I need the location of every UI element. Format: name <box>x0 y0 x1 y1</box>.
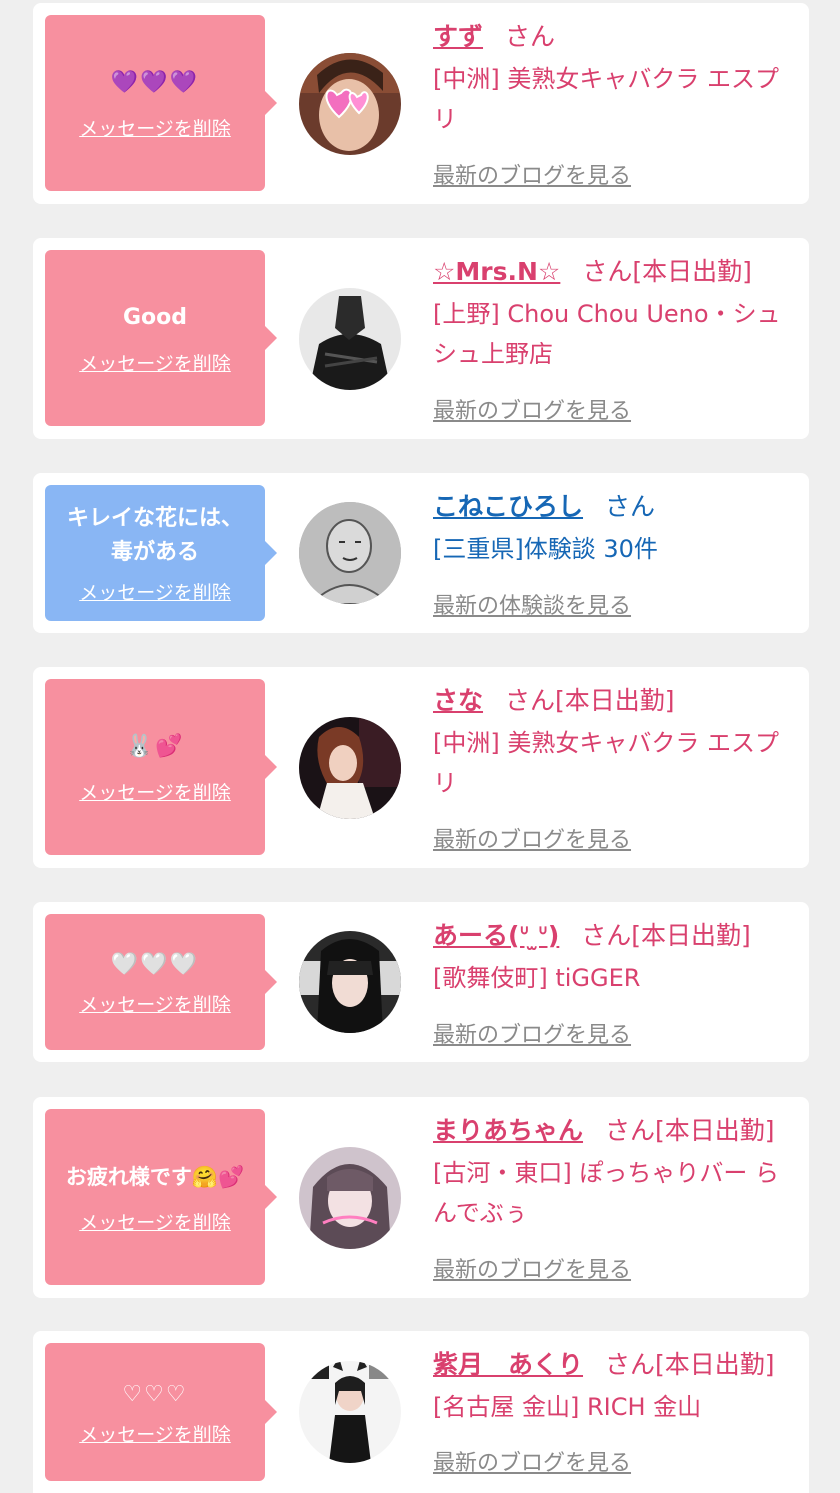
sender-status: さん <box>605 492 656 521</box>
delete-message-link[interactable]: メッセージを削除 <box>79 1208 231 1235</box>
sender-name-link[interactable]: まりあちゃん <box>433 1116 583 1145</box>
sender-info: 紫月 あくり さん[本日出勤] [名古屋 金山] RICH 金山 <box>433 1345 791 1427</box>
shop-name: [古河・東口] ぽっちゃりバー らんでぶぅ <box>433 1159 779 1227</box>
shop-name: [三重県]体験談 30件 <box>433 535 658 563</box>
latest-blog-link[interactable]: 最新のブログを見る <box>433 822 631 854</box>
message-bubble: お疲れ様です🤗💕 メッセージを削除 <box>45 1109 277 1285</box>
message-text: 💜💜💜 <box>110 69 200 95</box>
latest-blog-link[interactable]: 最新のブログを見る <box>433 1445 631 1477</box>
sender-info: まりあちゃん さん[本日出勤] [古河・東口] ぽっちゃりバー らんでぶぅ <box>433 1111 791 1233</box>
sender-name-link[interactable]: さな <box>433 686 483 715</box>
message-card: ♡♡♡ メッセージを削除 紫月 あくり さん[本日出勤] [名古屋 金山] RIC… <box>33 1331 809 1493</box>
sender-status: さん[本日出勤] <box>582 257 752 286</box>
message-text: 🤍🤍🤍 <box>110 951 200 977</box>
message-card: Good メッセージを削除 ☆Mrs.N☆ さん[本日出勤] [上野] Chou … <box>33 238 809 439</box>
latest-blog-link[interactable]: 最新のブログを見る <box>433 1252 631 1284</box>
sender-status: さん[本日出勤] <box>505 686 675 715</box>
sender-info: こねこひろし さん [三重県]体験談 30件 <box>433 487 791 569</box>
sender-info: すず さん [中洲] 美熟女キャバクラ エスプリ <box>433 17 791 139</box>
avatar[interactable] <box>299 502 401 604</box>
avatar[interactable] <box>299 1147 401 1249</box>
shop-name: [中洲] 美熟女キャバクラ エスプリ <box>433 65 779 133</box>
sender-name-link[interactable]: 紫月 あくり <box>433 1350 583 1379</box>
sender-status: さん[本日出勤] <box>581 921 751 950</box>
latest-blog-link[interactable]: 最新のブログを見る <box>433 393 631 425</box>
sender-info: あーる(ᐡ ̫ᐡ) さん[本日出勤] [歌舞伎町] tiGGER <box>433 916 791 998</box>
delete-message-link[interactable]: メッセージを削除 <box>79 1420 231 1447</box>
delete-message-link[interactable]: メッセージを削除 <box>79 578 231 605</box>
message-card: 🤍🤍🤍 メッセージを削除 あーる(ᐡ ̫ᐡ) さん[本日出勤] [歌舞伎町] ti… <box>33 902 809 1062</box>
message-bubble: 🤍🤍🤍 メッセージを削除 <box>45 914 277 1050</box>
sender-status: さん <box>505 22 556 51</box>
delete-message-link[interactable]: メッセージを削除 <box>79 114 231 141</box>
message-card: お疲れ様です🤗💕 メッセージを削除 まりあちゃん さん[本日出勤] [古河・東口]… <box>33 1097 809 1298</box>
shop-name: [歌舞伎町] tiGGER <box>433 964 641 992</box>
sender-status: さん[本日出勤] <box>605 1350 775 1379</box>
message-card: 💜💜💜 メッセージを削除 すず さん [中洲] 美熟女キャバクラ エスプリ 最新の… <box>33 3 809 204</box>
message-text: ♡♡♡ <box>122 1381 188 1407</box>
message-text: 🐰💕 <box>125 733 185 759</box>
delete-message-link[interactable]: メッセージを削除 <box>79 990 231 1017</box>
message-card: 🐰💕 メッセージを削除 さな さん[本日出勤] [中洲] 美熟女キャバクラ エスプ… <box>33 667 809 868</box>
sender-name-link[interactable]: こねこひろし <box>433 492 583 521</box>
shop-name: [中洲] 美熟女キャバクラ エスプリ <box>433 729 779 797</box>
message-bubble: キレイな花には、毒がある メッセージを削除 <box>45 485 277 621</box>
sender-name-link[interactable]: あーる(ᐡ ̫ᐡ) <box>433 921 559 950</box>
message-list: 💜💜💜 メッセージを削除 すず さん [中洲] 美熟女キャバクラ エスプリ 最新の… <box>0 0 840 1493</box>
delete-message-link[interactable]: メッセージを削除 <box>79 778 231 805</box>
avatar[interactable] <box>299 931 401 1033</box>
latest-review-link[interactable]: 最新の体験談を見る <box>433 588 631 620</box>
message-text: キレイな花には、毒がある <box>66 505 243 565</box>
message-bubble: ♡♡♡ メッセージを削除 <box>45 1343 277 1481</box>
sender-info: ☆Mrs.N☆ さん[本日出勤] [上野] Chou Chou Ueno・シュシュ… <box>433 252 791 374</box>
shop-name: [名古屋 金山] RICH 金山 <box>433 1393 702 1421</box>
avatar[interactable] <box>299 288 401 390</box>
message-bubble: 🐰💕 メッセージを削除 <box>45 679 277 855</box>
latest-blog-link[interactable]: 最新のブログを見る <box>433 1017 631 1049</box>
avatar[interactable] <box>299 717 401 819</box>
latest-blog-link[interactable]: 最新のブログを見る <box>433 158 631 190</box>
message-card: キレイな花には、毒がある メッセージを削除 こねこひろし さん [三重県]体験談 … <box>33 473 809 633</box>
message-text: お疲れ様です🤗💕 <box>65 1164 245 1189</box>
shop-name: [上野] Chou Chou Ueno・シュシュ上野店 <box>433 300 781 368</box>
avatar[interactable] <box>299 53 401 155</box>
sender-name-link[interactable]: ☆Mrs.N☆ <box>433 257 560 286</box>
delete-message-link[interactable]: メッセージを削除 <box>79 349 231 376</box>
avatar[interactable] <box>299 1361 401 1463</box>
sender-name-link[interactable]: すず <box>433 22 483 51</box>
message-bubble: Good メッセージを削除 <box>45 250 277 426</box>
message-bubble: 💜💜💜 メッセージを削除 <box>45 15 277 191</box>
sender-status: さん[本日出勤] <box>605 1116 775 1145</box>
message-text: Good <box>122 304 188 330</box>
sender-info: さな さん[本日出勤] [中洲] 美熟女キャバクラ エスプリ <box>433 681 791 803</box>
